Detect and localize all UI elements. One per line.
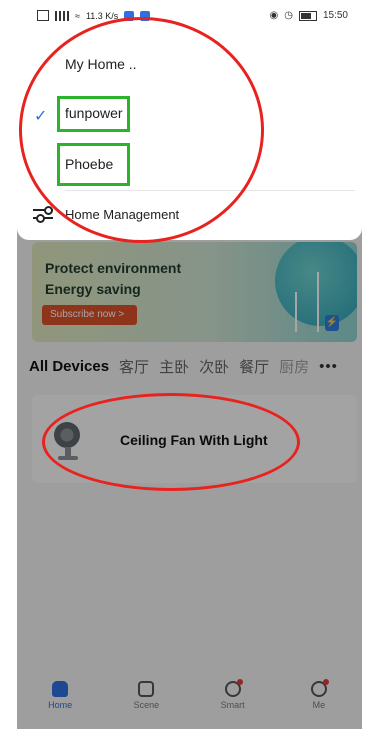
annotation-ring-menu — [19, 17, 264, 243]
wifi-icon: ≈ — [75, 10, 80, 21]
battery-icon — [298, 10, 317, 21]
signal-icon — [55, 10, 69, 21]
alarm-icon: ◷ — [284, 10, 293, 21]
sim-icon — [37, 10, 49, 21]
phone-screen: ≈ 11.3 K/s ◉ ◷ 15:50 Protect environment… — [17, 0, 362, 729]
sliders-icon — [33, 206, 53, 223]
eye-icon: ◉ — [269, 10, 279, 21]
clock: 15:50 — [322, 10, 348, 21]
annotation-ring-device — [42, 393, 300, 491]
